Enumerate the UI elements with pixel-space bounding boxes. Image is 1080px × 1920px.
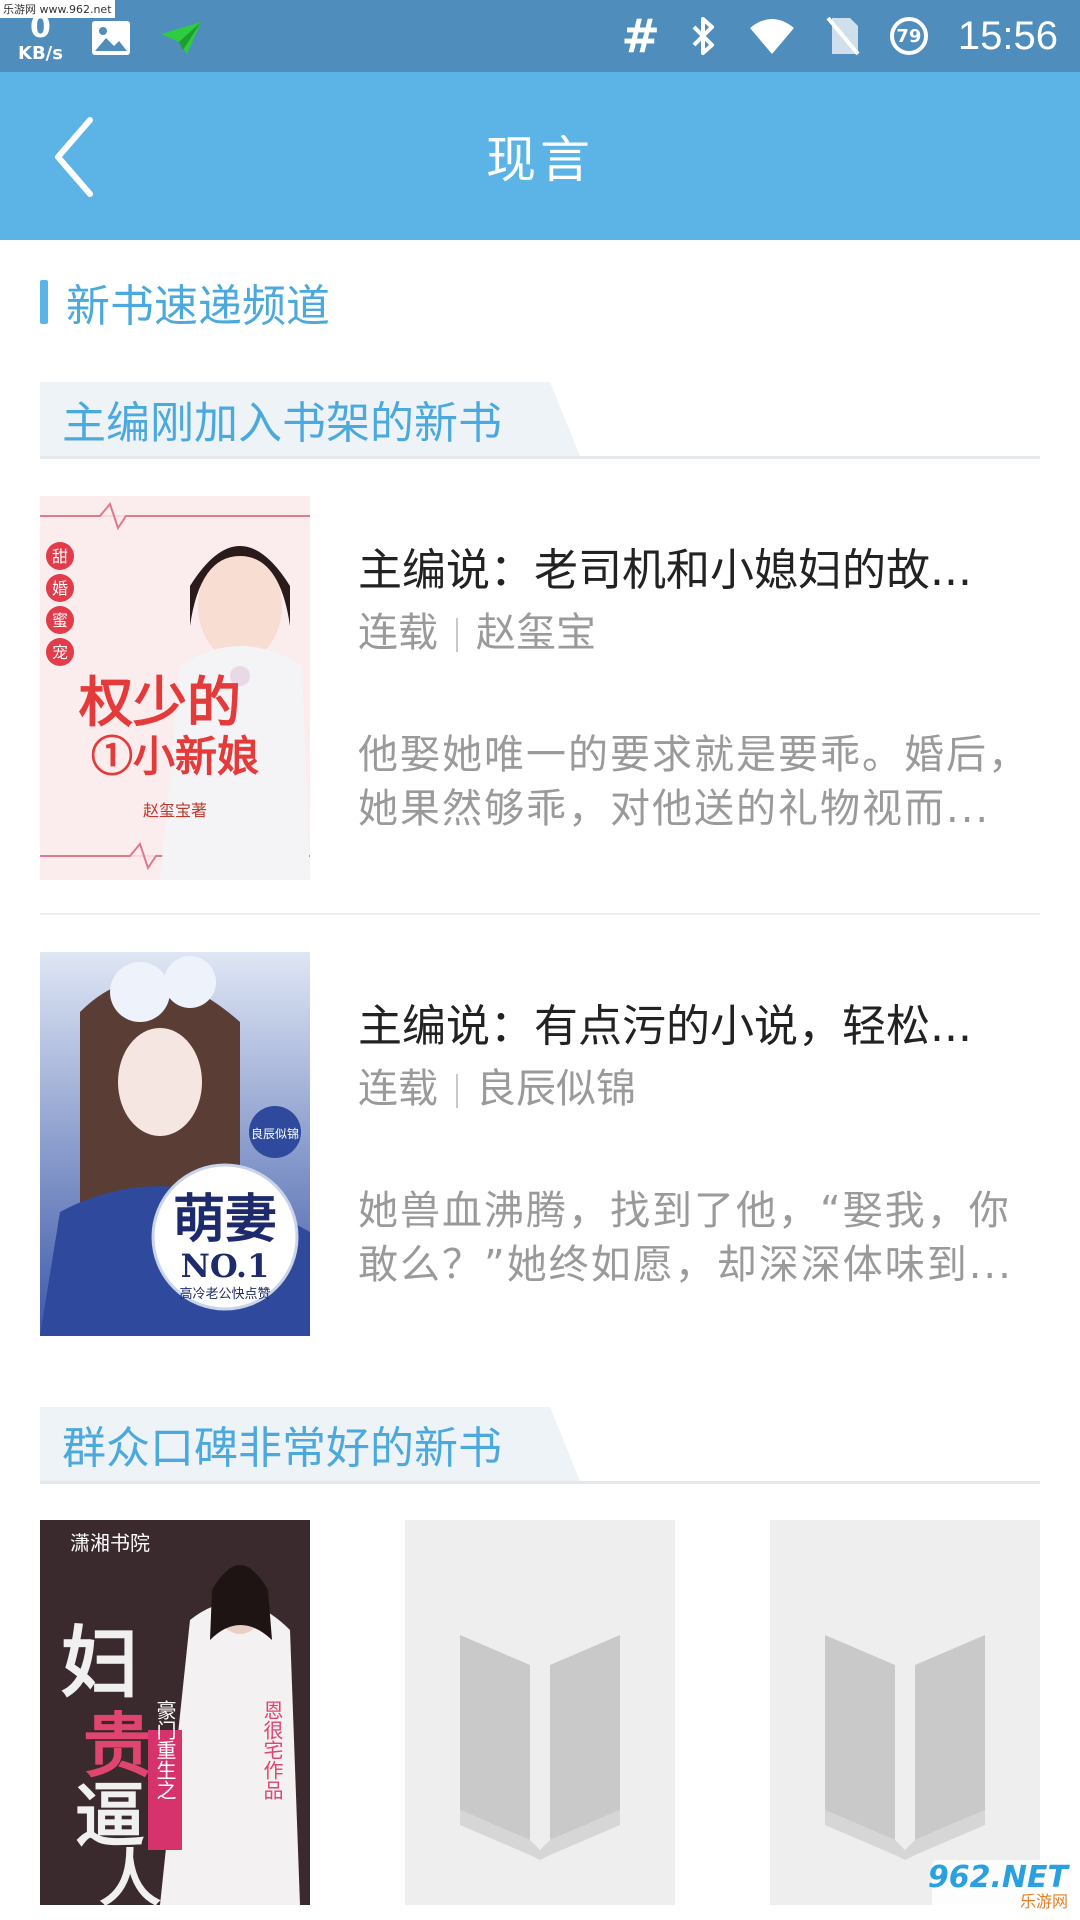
cover-author-text: 良辰似锦 bbox=[251, 1126, 299, 1141]
meta-separator bbox=[456, 618, 458, 652]
book-list-item[interactable]: 权少的 ①小新娘 赵玺宝著 甜婚蜜宠 主编说：老司机和小媳妇的故... 连载 赵玺… bbox=[40, 496, 1040, 880]
section-title: 主编刚加入书架的新书 bbox=[62, 398, 502, 449]
cover-series-char: 蜜 bbox=[52, 611, 68, 630]
section-title: 群众口碑非常好的新书 bbox=[62, 1423, 502, 1474]
cover-series-char: 甜 bbox=[52, 547, 68, 566]
channel-heading: 新书速递频道 bbox=[40, 274, 330, 332]
grid-book-placeholder[interactable] bbox=[405, 1520, 675, 1905]
book-cover[interactable]: 良辰似锦 萌妻 NO.1 高冷老公快点赞 bbox=[40, 952, 310, 1336]
desc-line-2: 她果然够乖，对他送的礼物视而... bbox=[358, 786, 991, 832]
book-description: 她兽血沸腾，找到了他，“娶我，你 敢么？”她终如愿，却深深体味到... bbox=[358, 1184, 1040, 1292]
title-bar: 现言 bbox=[0, 72, 1080, 240]
cover-main-text-1: 妇 bbox=[61, 1618, 139, 1709]
desc-line-2: 敢么？”她终如愿，却深深体味到... bbox=[358, 1242, 1013, 1288]
book-meta: 连载 良辰似锦 bbox=[358, 1056, 636, 1114]
bluetooth-icon bbox=[690, 15, 718, 57]
chevron-left-icon bbox=[55, 117, 93, 197]
status-bar: 0 KB/s # 79 15:56 bbox=[0, 0, 1080, 72]
speed-unit: KB/s bbox=[18, 43, 63, 64]
watermark-top: 乐游网 www.962.net bbox=[0, 0, 115, 18]
send-icon bbox=[159, 20, 203, 56]
no-sim-icon bbox=[826, 16, 860, 56]
book-list-item[interactable]: 良辰似锦 萌妻 NO.1 高冷老公快点赞 主编说：有点污的小说，轻松... 连载… bbox=[40, 952, 1040, 1336]
book-author: 赵玺宝 bbox=[476, 610, 596, 656]
section-divider bbox=[40, 456, 1040, 459]
book-meta: 连载 赵玺宝 bbox=[358, 600, 596, 658]
cover-series-char: 婚 bbox=[52, 579, 68, 598]
book-placeholder-icon bbox=[825, 1635, 985, 1860]
desc-line-1: 她兽血沸腾，找到了他，“娶我，你 bbox=[358, 1188, 1011, 1234]
book-title: 主编说：有点污的小说，轻松... bbox=[358, 1001, 972, 1052]
section-header-editor-picks: 主编刚加入书架的新书 bbox=[40, 382, 1040, 462]
section-divider bbox=[40, 1481, 1040, 1484]
book-author: 良辰似锦 bbox=[476, 1066, 636, 1112]
book-status: 连载 bbox=[358, 610, 438, 656]
clock: 15:56 bbox=[957, 13, 1058, 58]
network-speed: 0 KB/s bbox=[18, 13, 63, 63]
book-title: 主编说：老司机和小媳妇的故... bbox=[358, 545, 972, 596]
cover-author-text: 赵玺宝著 bbox=[143, 801, 207, 820]
cover-tag-text: 高冷老公快点赞 bbox=[179, 1286, 270, 1302]
cover-series-char: 宠 bbox=[52, 643, 68, 662]
desc-line-1: 他娶她唯一的要求就是要乖。婚后， bbox=[358, 732, 1030, 778]
watermark-brand: 962.NET bbox=[927, 1860, 1068, 1896]
cover-main-text: 萌妻 bbox=[173, 1189, 277, 1250]
watermark-brand-sub: 乐游网 bbox=[1019, 1892, 1068, 1912]
cover-author-text: 恩很宅作品 bbox=[260, 1700, 284, 1800]
channel-accent-bar bbox=[40, 280, 48, 324]
meta-separator bbox=[456, 1074, 458, 1108]
list-divider bbox=[40, 913, 1040, 915]
book-status: 连载 bbox=[358, 1066, 438, 1112]
grid-book-placeholder[interactable] bbox=[770, 1520, 1040, 1905]
battery-indicator: 79 bbox=[889, 17, 928, 55]
back-button[interactable] bbox=[40, 112, 120, 202]
cover-sub-text: NO.1 bbox=[181, 1247, 270, 1285]
book-placeholder-icon bbox=[460, 1635, 620, 1860]
hash-icon: # bbox=[621, 9, 660, 63]
gallery-icon bbox=[91, 20, 131, 56]
watermark-bottom: 962.NET 乐游网 bbox=[928, 1860, 1074, 1914]
section-header-popular: 群众口碑非常好的新书 bbox=[40, 1407, 1040, 1487]
book-cover[interactable]: 权少的 ①小新娘 赵玺宝著 甜婚蜜宠 bbox=[40, 496, 310, 880]
cover-publisher-text: 潇湘书院 bbox=[70, 1531, 150, 1555]
cover-sub-text: 豪门重生之 bbox=[153, 1700, 177, 1800]
cover-sub-text: ①小新娘 bbox=[91, 732, 259, 781]
book-description: 他娶她唯一的要求就是要乖。婚后， 她果然够乖，对他送的礼物视而... bbox=[358, 728, 1040, 836]
channel-label: 新书速递频道 bbox=[66, 281, 330, 332]
page-title: 现言 bbox=[486, 131, 594, 189]
wifi-icon bbox=[748, 16, 796, 56]
grid-book-cover[interactable]: 潇湘书院 妇 贵 逼 人 豪门重生之 恩很宅作品 bbox=[40, 1520, 310, 1905]
cover-main-text-4: 人 bbox=[99, 1842, 161, 1905]
cover-main-text: 权少的 bbox=[78, 670, 241, 734]
